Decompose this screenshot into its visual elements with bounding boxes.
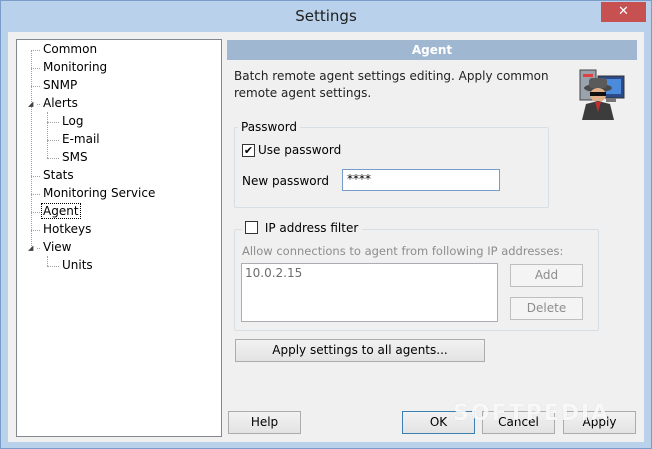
new-password-field[interactable]: **** bbox=[342, 169, 500, 191]
tree-item-agent[interactable]: Agent bbox=[41, 203, 81, 220]
close-button[interactable]: ✕ bbox=[601, 2, 646, 22]
tree-item-label: SMS bbox=[62, 150, 88, 164]
tree-item-stats[interactable]: Stats bbox=[41, 167, 76, 184]
panel-header: Agent bbox=[227, 40, 637, 60]
tree-item-common[interactable]: Common bbox=[41, 41, 99, 58]
expanded-arrow-icon[interactable]: ◢ bbox=[28, 100, 33, 108]
tree-item-label: SNMP bbox=[43, 78, 78, 92]
ip-filter-label[interactable]: IP address filter bbox=[265, 221, 358, 235]
title-bar: Settings ✕ bbox=[1, 1, 651, 31]
settings-tree[interactable]: ◢ ◢ Common Monitoring SNMP Alerts Log E-… bbox=[16, 39, 222, 437]
use-password-checkbox[interactable]: ✔ bbox=[242, 144, 255, 157]
ip-filter-checkbox[interactable] bbox=[245, 221, 258, 234]
tree-item-sms[interactable]: SMS bbox=[60, 149, 90, 166]
use-password-label[interactable]: Use password bbox=[258, 143, 341, 157]
apply-to-all-agents-button[interactable]: Apply settings to all agents... bbox=[235, 339, 485, 362]
tree-item-hotkeys[interactable]: Hotkeys bbox=[41, 221, 93, 238]
tree-item-label: Common bbox=[43, 42, 98, 56]
settings-window: Settings ✕ ◢ ◢ Common Monitoring SNMP Al… bbox=[0, 0, 652, 449]
ip-filter-hint: Allow connections to agent from followin… bbox=[242, 244, 564, 258]
tree-item-label: Hotkeys bbox=[43, 222, 92, 236]
ip-filter-group-header: IP address filter bbox=[242, 221, 363, 235]
password-group-title: Password bbox=[238, 120, 301, 134]
tree-item-label: View bbox=[43, 240, 72, 254]
tree-item-label: Alerts bbox=[43, 96, 78, 110]
tree-item-label: Log bbox=[62, 114, 84, 128]
ip-address-list[interactable]: 10.0.2.15 bbox=[241, 263, 498, 322]
tree-item-monitoring-service[interactable]: Monitoring Service bbox=[41, 185, 157, 202]
add-ip-button[interactable]: Add bbox=[510, 264, 583, 287]
tree-item-label: Monitoring Service bbox=[43, 186, 156, 200]
tree-item-label: E-mail bbox=[62, 132, 100, 146]
new-password-label: New password bbox=[242, 174, 329, 188]
ip-address-entry[interactable]: 10.0.2.15 bbox=[245, 266, 494, 280]
window-title: Settings bbox=[295, 7, 357, 25]
delete-ip-button[interactable]: Delete bbox=[510, 297, 583, 320]
password-group bbox=[234, 127, 549, 208]
tree-item-units[interactable]: Units bbox=[60, 257, 95, 274]
tree-item-label: Agent bbox=[41, 203, 81, 219]
tree-item-view[interactable]: View bbox=[41, 239, 73, 256]
help-button[interactable]: Help bbox=[228, 411, 301, 434]
softpedia-watermark: SOFTPEDIA bbox=[453, 401, 611, 426]
tree-item-alerts[interactable]: Alerts bbox=[41, 95, 80, 112]
tree-item-label: Stats bbox=[43, 168, 74, 182]
panel-description: Batch remote agent settings editing. App… bbox=[234, 69, 549, 100]
tree-item-log[interactable]: Log bbox=[60, 113, 85, 130]
tree-item-label: Units bbox=[62, 258, 93, 272]
tree-item-snmp[interactable]: SNMP bbox=[41, 77, 79, 94]
agent-spy-computer-icon bbox=[579, 69, 625, 120]
tree-item-label: Monitoring bbox=[43, 60, 108, 74]
tree-item-monitoring[interactable]: Monitoring bbox=[41, 59, 109, 76]
tree-item-email[interactable]: E-mail bbox=[60, 131, 102, 148]
client-area: ◢ ◢ Common Monitoring SNMP Alerts Log E-… bbox=[8, 32, 644, 442]
expanded-arrow-icon[interactable]: ◢ bbox=[28, 244, 33, 252]
